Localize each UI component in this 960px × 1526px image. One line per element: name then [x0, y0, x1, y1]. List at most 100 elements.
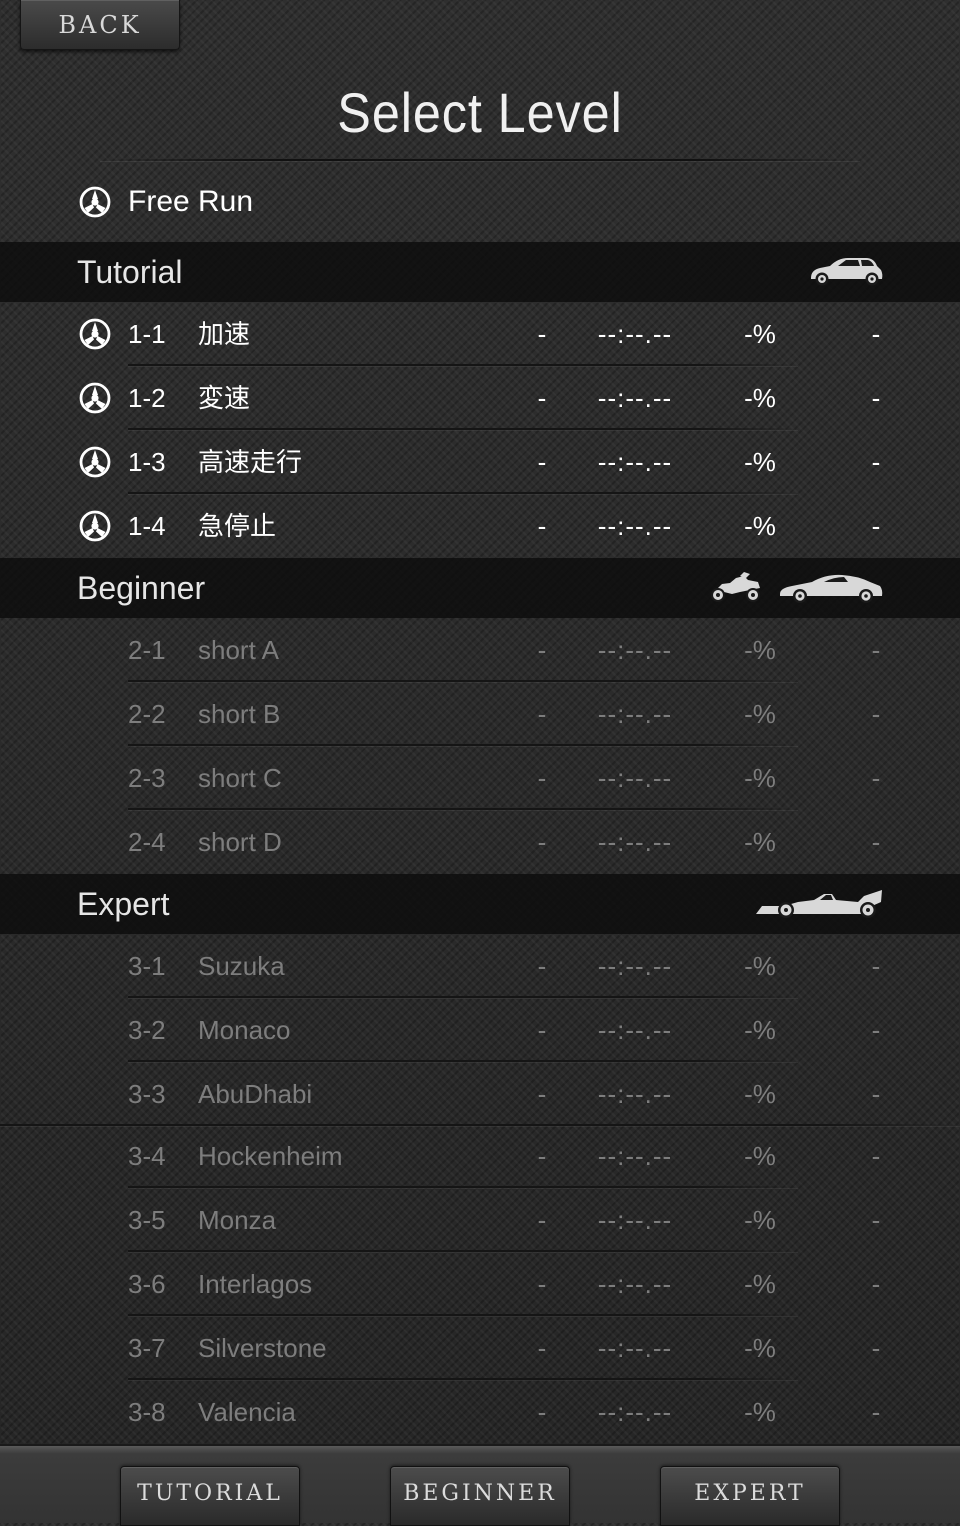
level-number: 1-3: [128, 447, 166, 477]
level-grade: -: [537, 1141, 547, 1171]
level-percent: -%: [744, 1397, 776, 1427]
level-best-time: --:--.--: [597, 319, 673, 349]
expert-tab-button[interactable]: EXPERT: [660, 1466, 840, 1526]
level-name: 急停止: [198, 511, 277, 541]
level-number: 1-1: [128, 319, 166, 349]
level-rank: -: [871, 827, 881, 857]
section-header-tutorial: Tutorial: [0, 242, 960, 302]
level-grade: -: [537, 1333, 547, 1363]
level-name: Suzuka: [198, 951, 285, 981]
page-title: Select Level: [337, 81, 623, 144]
level-name: 高速走行: [198, 447, 303, 477]
level-grade: -: [537, 1015, 547, 1045]
level-number: 2-2: [128, 699, 166, 729]
level-name: Monza: [198, 1205, 277, 1235]
back-button[interactable]: BACK: [20, 0, 180, 50]
level-row-3-5[interactable]: 3-5 Monza - --:--.-- -% -: [0, 1188, 960, 1252]
level-grade: -: [537, 447, 547, 477]
level-number: 2-1: [128, 635, 166, 665]
level-row-3-3[interactable]: 3-3 AbuDhabi - --:--.-- -% -: [0, 1062, 960, 1126]
level-rank: -: [871, 763, 881, 793]
level-name: 加速: [198, 319, 251, 349]
level-best-time: --:--.--: [597, 1205, 673, 1235]
level-percent: -%: [744, 1269, 776, 1299]
level-percent: -%: [744, 1015, 776, 1045]
level-number: 3-5: [128, 1205, 166, 1235]
level-number: 3-8: [128, 1397, 166, 1427]
motorcycle-icon: [711, 572, 760, 602]
level-best-time: --:--.--: [597, 699, 673, 729]
level-number: 1-4: [128, 511, 166, 541]
free-run-item[interactable]: Free Run: [0, 170, 960, 234]
level-rank: -: [871, 635, 881, 665]
level-name: short D: [198, 827, 282, 857]
level-name: Interlagos: [198, 1269, 313, 1299]
level-row-2-1[interactable]: 2-1 short A - --:--.-- -% -: [0, 618, 960, 682]
level-best-time: --:--.--: [597, 827, 673, 857]
level-row-3-6[interactable]: 3-6 Interlagos - --:--.-- -% -: [0, 1252, 960, 1316]
level-name: 変速: [198, 383, 251, 413]
tutorial-tab-button[interactable]: TUTORIAL: [120, 1466, 300, 1526]
level-percent: -%: [744, 511, 776, 541]
hatchback-car-icon: [811, 258, 883, 286]
level-percent: -%: [744, 1333, 776, 1363]
level-name: Monaco: [198, 1015, 291, 1045]
level-rank: -: [871, 1079, 881, 1109]
level-row-3-2[interactable]: 3-2 Monaco - --:--.-- -% -: [0, 998, 960, 1062]
level-percent: -%: [744, 635, 776, 665]
level-row-1-2[interactable]: 1-2 変速 - --:--.-- -% -: [0, 366, 960, 430]
level-best-time: --:--.--: [597, 1269, 673, 1299]
level-best-time: --:--.--: [597, 1333, 673, 1363]
level-row-1-1[interactable]: 1-1 加速 - --:--.-- -% -: [0, 302, 960, 366]
beginner-tab-button[interactable]: BEGINNER: [390, 1466, 570, 1526]
level-row-3-8[interactable]: 3-8 Valencia - --:--.-- -% -: [0, 1380, 960, 1444]
level-grade: -: [537, 1079, 547, 1109]
level-percent: -%: [744, 1079, 776, 1109]
level-row-1-4[interactable]: 1-4 急停止 - --:--.-- -% -: [0, 494, 960, 558]
free-run-label: Free Run: [128, 185, 254, 218]
level-best-time: --:--.--: [597, 447, 673, 477]
level-number: 3-2: [128, 1015, 166, 1045]
level-best-time: --:--.--: [597, 1079, 673, 1109]
level-rank: -: [871, 1205, 881, 1235]
level-row-2-2[interactable]: 2-2 short B - --:--.-- -% -: [0, 682, 960, 746]
level-rank: -: [871, 1397, 881, 1427]
level-number: 3-6: [128, 1269, 166, 1299]
level-grade: -: [537, 763, 547, 793]
steering-wheel-icon: [79, 318, 111, 350]
level-rank: -: [871, 1141, 881, 1171]
level-percent: -%: [744, 827, 776, 857]
level-rank: -: [871, 319, 881, 349]
level-rank: -: [871, 383, 881, 413]
level-number: 2-3: [128, 763, 166, 793]
level-row-3-7[interactable]: 3-7 Silverstone - --:--.-- -% -: [0, 1316, 960, 1380]
level-rank: -: [871, 951, 881, 981]
level-row-3-4[interactable]: 3-4 Hockenheim - --:--.-- -% -: [0, 1124, 960, 1188]
level-row-1-3[interactable]: 1-3 高速走行 - --:--.-- -% -: [0, 430, 960, 494]
section-header-expert: Expert: [0, 874, 960, 934]
level-grade: -: [537, 1205, 547, 1235]
level-rank: -: [871, 447, 881, 477]
level-row-3-1[interactable]: 3-1 Suzuka - --:--.-- -% -: [0, 934, 960, 998]
level-grade: -: [537, 1397, 547, 1427]
level-name: Valencia: [198, 1397, 296, 1427]
level-number: 3-1: [128, 951, 166, 981]
level-grade: -: [537, 1269, 547, 1299]
level-percent: -%: [744, 951, 776, 981]
section-label: Beginner: [77, 570, 206, 606]
level-grade: -: [537, 635, 547, 665]
level-percent: -%: [744, 1141, 776, 1171]
level-percent: -%: [744, 383, 776, 413]
level-grade: -: [537, 319, 547, 349]
level-row-2-4[interactable]: 2-4 short D - --:--.-- -% -: [0, 810, 960, 874]
steering-wheel-icon: [79, 382, 111, 414]
level-number: 3-4: [128, 1141, 166, 1171]
level-grade: -: [537, 827, 547, 857]
level-rank: -: [871, 1333, 881, 1363]
level-percent: -%: [744, 319, 776, 349]
level-grade: -: [537, 383, 547, 413]
steering-wheel-icon: [79, 186, 111, 218]
level-row-2-3[interactable]: 2-3 short C - --:--.-- -% -: [0, 746, 960, 810]
level-grade: -: [537, 951, 547, 981]
level-name: short C: [198, 763, 282, 793]
